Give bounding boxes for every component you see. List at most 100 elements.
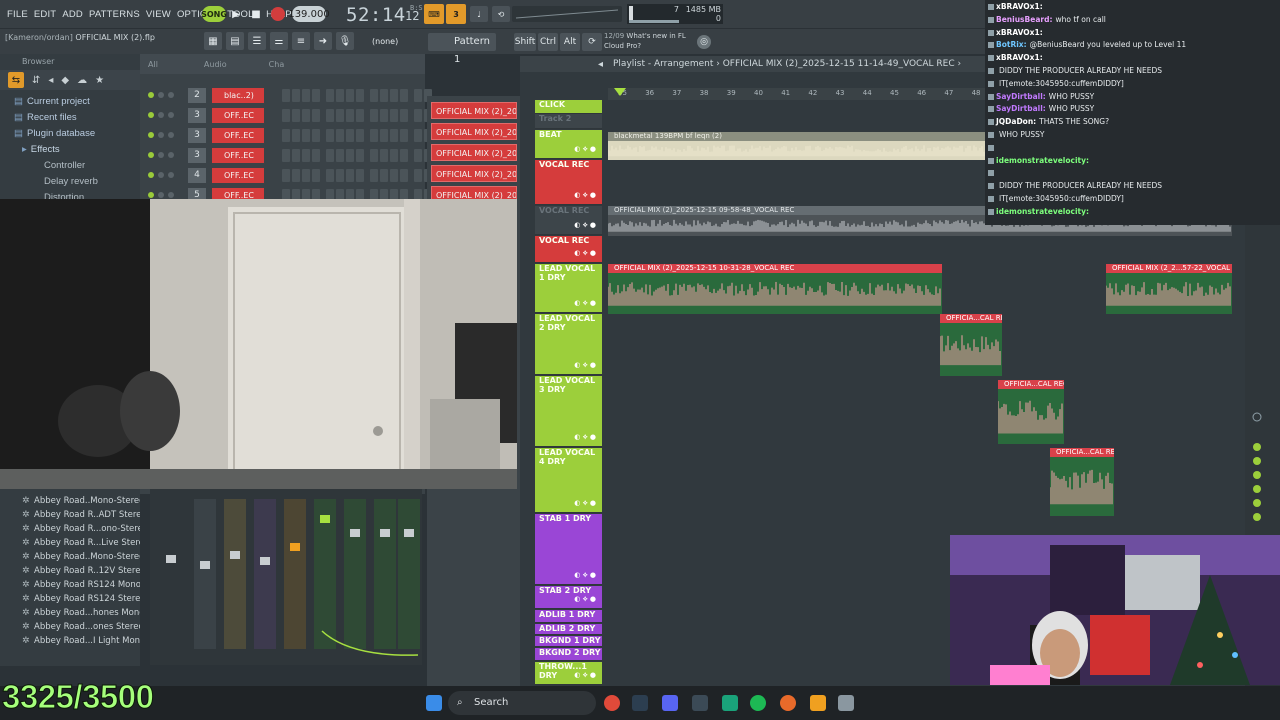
mixer-fader[interactable] — [290, 543, 300, 551]
steam-icon[interactable] — [632, 695, 648, 711]
rack-filter-audio[interactable]: Audio — [204, 60, 227, 69]
mixer-strip[interactable] — [344, 499, 366, 649]
plugin-item[interactable]: Abbey Road..Mono-Stereo — [0, 494, 140, 508]
plugin-item[interactable]: Abbey Road RS124 Stereo — [0, 592, 140, 606]
channel-row[interactable]: 3 OFF..EC — [140, 146, 432, 166]
channel-rack-button[interactable]: ▦ — [204, 32, 222, 50]
chat-username[interactable]: xBRAVOx1: — [996, 28, 1043, 37]
mixer-strip[interactable] — [254, 499, 276, 649]
chat-username[interactable]: xBRAVOx1: — [996, 53, 1043, 62]
audio-clip-item[interactable]: OFFICIAL MIX (2)_2025-1... — [431, 165, 517, 182]
audio-clip[interactable]: OFFICIA...CAL REC — [1050, 448, 1114, 516]
taskbar-search[interactable]: ⌕ Search — [448, 691, 596, 715]
playlist-button[interactable]: ☰ — [248, 32, 266, 50]
pattern-selector[interactable]: Pattern 1 — [428, 33, 496, 65]
rack-filter-channel[interactable]: Cha — [269, 60, 285, 69]
track-header[interactable]: THROW...1 DRY ◐ ⟡ ● — [535, 662, 602, 685]
track-header[interactable]: BKGND 1 DRY — [535, 636, 602, 647]
track-header[interactable]: STAB 1 DRY ◐ ⟡ ● — [535, 514, 602, 585]
track-header[interactable]: VOCAL REC ◐ ⟡ ● — [535, 206, 602, 235]
browser-item-controller[interactable]: Controller — [0, 158, 140, 174]
track-controls-icon[interactable]: ◐ ⟡ ● — [574, 145, 596, 154]
browser-item-recent-files[interactable]: ▤ Recent files — [0, 110, 140, 126]
rack-filter-all[interactable]: All — [148, 60, 158, 69]
chat-username[interactable]: BeniusBeard: — [996, 15, 1052, 24]
mixer-strip[interactable] — [224, 499, 246, 649]
channel-mute-leds[interactable] — [148, 152, 174, 158]
track-header[interactable]: CLICK — [535, 100, 602, 114]
track-header[interactable]: VOCAL REC ◐ ⟡ ● — [535, 236, 602, 263]
song-time-display[interactable]: 52:14 — [346, 4, 406, 26]
track-header[interactable]: STAB 2 DRY ◐ ⟡ ● — [535, 586, 602, 609]
shift-key-button[interactable]: Shift — [514, 33, 536, 51]
step-sequencer[interactable] — [282, 149, 432, 162]
news-globe-button[interactable]: ◎ — [697, 35, 711, 49]
menu-patterns[interactable]: PATTERNS — [86, 9, 143, 20]
track-header[interactable]: BKGND 2 DRY — [535, 648, 602, 661]
track-header[interactable]: LEAD VOCAL 1 DRY ◐ ⟡ ● — [535, 264, 602, 313]
audio-clip[interactable]: OFFICIAL MIX (2)_2025-12-15 10-31-28_VOC… — [608, 264, 942, 314]
mixer-fader[interactable] — [200, 561, 210, 569]
chat-username[interactable]: idemonstratevelocity: — [996, 207, 1089, 216]
track-controls-icon[interactable]: ◐ ⟡ ● — [574, 249, 596, 258]
channel-name-button[interactable]: OFF..EC — [212, 148, 264, 163]
plugin-item[interactable]: Abbey Road...hones Mono — [0, 606, 140, 620]
wait-button[interactable]: ♩ — [470, 6, 488, 22]
browser-back-icon[interactable]: ◂ — [48, 75, 53, 86]
chat-username[interactable]: xBRAVOx1: — [996, 2, 1043, 11]
browser-button[interactable]: ≡ — [292, 32, 310, 50]
stop-button[interactable]: ■ — [248, 6, 264, 22]
menu-view[interactable]: VIEW — [143, 9, 174, 20]
browser-tag-icon[interactable]: ◆ — [61, 75, 69, 86]
piano-roll-button[interactable]: ▤ — [226, 32, 244, 50]
audio-clip[interactable]: OFFICIA...CAL REC — [998, 380, 1064, 444]
mixer-fader[interactable] — [350, 529, 360, 537]
browser-cloud-icon[interactable]: ☁ — [77, 75, 87, 86]
menu-file[interactable]: FILE — [4, 9, 31, 20]
browser-collapse-icon[interactable]: ⇵ — [32, 75, 40, 86]
mixer-fader[interactable] — [404, 529, 414, 537]
step-edit-button[interactable]: 3 — [446, 4, 466, 24]
plugin-picker-button[interactable]: ➜ — [314, 32, 332, 50]
step-sequencer[interactable] — [282, 109, 432, 122]
plugin-item[interactable]: Abbey Road RS124 Mono — [0, 578, 140, 592]
mic-button[interactable]: 🎙 — [336, 32, 354, 50]
plugin-item[interactable]: Abbey Road R..ADT Stereo — [0, 508, 140, 522]
obs-icon[interactable] — [692, 695, 708, 711]
playlist-menu-icon[interactable]: ◂ — [598, 59, 603, 70]
mixer-fader[interactable] — [230, 551, 240, 559]
channel-mute-leds[interactable] — [148, 112, 174, 118]
channel-mute-leds[interactable] — [148, 92, 174, 98]
track-controls-icon[interactable]: ◐ ⟡ ● — [574, 299, 596, 308]
app-icon[interactable] — [722, 695, 738, 711]
mixer-fader[interactable] — [320, 515, 330, 523]
channel-mute-leds[interactable] — [148, 172, 174, 178]
channel-mixer-track[interactable]: 4 — [188, 168, 206, 183]
browser-item-plugin-database[interactable]: ▤ Plugin database — [0, 126, 140, 142]
browser-all-icon[interactable]: ⇆ — [8, 72, 24, 88]
spotify-icon[interactable] — [750, 695, 766, 711]
ctrl-key-button[interactable]: Ctrl — [538, 33, 558, 51]
track-controls-icon[interactable]: ◐ ⟡ ● — [574, 221, 596, 230]
menu-add[interactable]: ADD — [59, 9, 86, 20]
plugin-item[interactable]: Abbey Road..Mono-Stereo — [0, 550, 140, 564]
track-header[interactable]: LEAD VOCAL 2 DRY ◐ ⟡ ● — [535, 314, 602, 375]
audio-clip[interactable]: OFFICIA...CAL REC — [940, 314, 1002, 376]
mixer-fader[interactable] — [166, 555, 176, 563]
browser-star-icon[interactable]: ★ — [95, 75, 104, 86]
alt-key-button[interactable]: Alt — [560, 33, 580, 51]
snap-none-label[interactable]: (none) — [372, 37, 398, 46]
track-controls-icon[interactable]: ◐ ⟡ ● — [574, 433, 596, 442]
channel-row[interactable]: 3 OFF..EC — [140, 106, 432, 126]
mixer-strip[interactable] — [194, 499, 216, 649]
mixer-strip[interactable] — [160, 499, 182, 649]
channel-name-button[interactable]: OFF..EC — [212, 108, 264, 123]
browser-item-current-project[interactable]: ▤ Current project — [0, 94, 140, 110]
chrome-icon[interactable] — [604, 695, 620, 711]
track-header[interactable]: ADLIB 2 DRY — [535, 624, 602, 635]
chat-username[interactable]: SayDirtball: — [996, 92, 1046, 101]
audio-clip-item[interactable]: OFFICIAL MIX (2)_2025-1... — [431, 123, 517, 140]
firefox-icon[interactable] — [780, 695, 796, 711]
channel-name-button[interactable]: blac..2) — [212, 88, 264, 103]
plugin-item[interactable]: Abbey Road R...Live Stereo — [0, 536, 140, 550]
